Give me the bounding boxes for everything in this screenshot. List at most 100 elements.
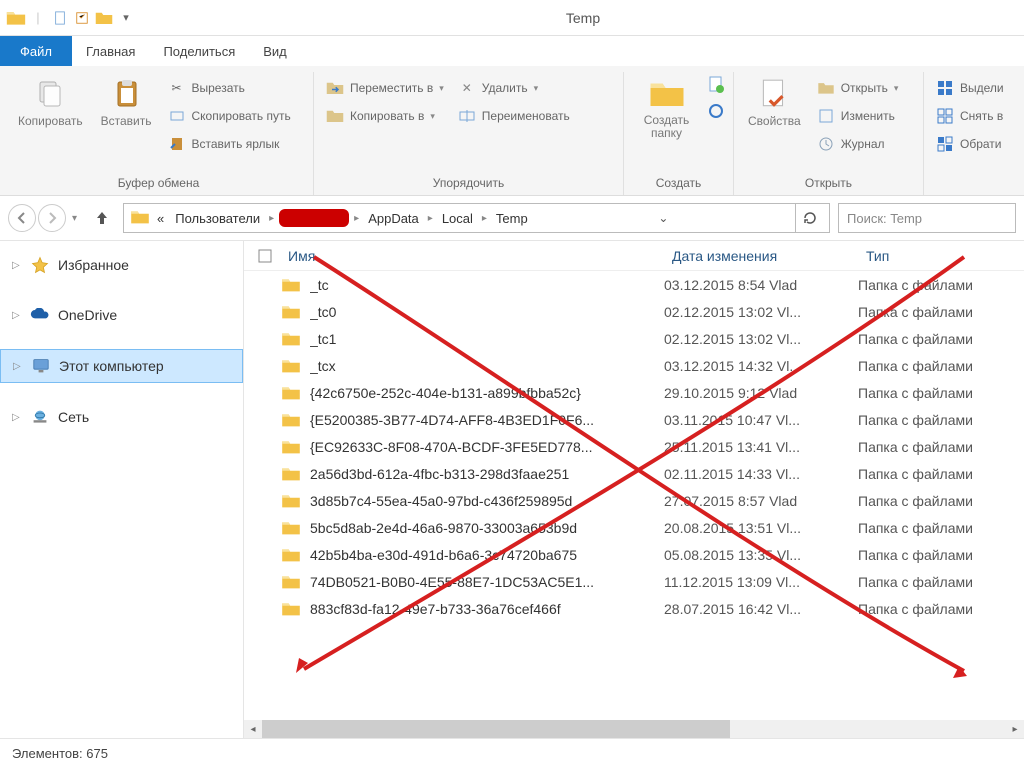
select-all-button[interactable]: Выдели [932,76,1008,100]
table-row[interactable]: 5bc5d8ab-2e4d-46a6-9870-33003a653b9d20.0… [244,514,1024,541]
qat-dropdown-icon[interactable]: ▾ [116,8,136,28]
table-row[interactable]: 42b5b4ba-e30d-491d-b6a6-3c74720ba67505.0… [244,541,1024,568]
new-doc-icon[interactable] [50,8,70,28]
tab-share[interactable]: Поделиться [149,36,249,66]
chevron-right-icon: ▸ [352,213,361,224]
easy-access-icon[interactable] [707,100,725,122]
move-to-button[interactable]: Переместить в ▾ [322,76,448,100]
file-date: 20.08.2015 13:51 Vl... [664,520,858,536]
folder-icon [280,437,302,457]
file-date: 02.12.2015 13:02 Vl... [664,304,858,320]
scroll-right-icon[interactable]: ▸ [1006,720,1024,738]
sidebar-item-this-pc[interactable]: ▷ Этот компьютер [0,349,243,383]
properties-button[interactable]: Свойства [742,72,807,173]
new-group-label: Создать [632,173,725,195]
search-placeholder: Поиск: Temp [847,211,922,226]
forward-button[interactable] [38,204,66,232]
open-button[interactable]: Открыть ▾ [813,76,903,100]
bc-dropdown-icon[interactable]: ⌄ [652,211,674,225]
invert-selection-button[interactable]: Обрати [932,132,1008,156]
properties-quick-icon[interactable] [72,8,92,28]
new-folder-label: Создать папку [638,114,695,140]
sidebar-item-favorites[interactable]: ▷ Избранное [0,249,243,281]
folder-icon [280,302,302,322]
file-date: 02.12.2015 13:02 Vl... [664,331,858,347]
table-row[interactable]: 2a56d3bd-612a-4fbc-b313-298d3faae25102.1… [244,460,1024,487]
folder-icon [280,518,302,538]
recent-dropdown-icon[interactable]: ▾ [68,213,81,224]
search-input[interactable]: Поиск: Temp [838,203,1016,233]
table-row[interactable]: _tc102.12.2015 13:02 Vl...Папка с файлам… [244,325,1024,352]
table-row[interactable]: _tc002.12.2015 13:02 Vl...Папка с файлам… [244,298,1024,325]
network-icon [30,408,50,426]
table-row[interactable]: 3d85b7c4-55ea-45a0-97bd-c436f259895d27.0… [244,487,1024,514]
rename-icon [458,107,476,125]
table-row[interactable]: {EC92633C-8F08-470A-BCDF-3FE5ED778...25.… [244,433,1024,460]
file-name: _tc0 [310,304,664,320]
status-elements-label: Элементов: [12,746,83,761]
open-group-label: Открыть [742,173,915,195]
edit-button[interactable]: Изменить [813,104,903,128]
select-none-button[interactable]: Снять в [932,104,1008,128]
copy-to-label: Копировать в [350,109,424,123]
bc-users[interactable]: Пользователи [171,209,264,228]
cut-button[interactable]: ✂ Вырезать [164,76,295,100]
new-item-icon[interactable] [707,74,725,96]
bc-temp[interactable]: Temp [492,209,532,228]
sidebar-item-onedrive[interactable]: ▷ OneDrive [0,299,243,331]
tab-view[interactable]: Вид [249,36,301,66]
header-name[interactable]: Имя [280,248,664,264]
bc-local[interactable]: Local [438,209,477,228]
file-name: {42c6750e-252c-404e-b131-a899bfbba52c} [310,385,664,401]
file-date: 25.11.2015 13:41 Vl... [664,439,858,455]
open-label: Открыть [841,81,888,95]
refresh-button[interactable] [795,204,823,232]
bc-root[interactable]: « [153,209,168,228]
table-row[interactable]: _tcx03.12.2015 14:32 Vl...Папка с файлам… [244,352,1024,379]
horizontal-scrollbar[interactable]: ◂ ▸ [244,720,1024,738]
file-date: 02.11.2015 14:33 Vl... [664,466,858,482]
select-all-label: Выдели [960,81,1004,95]
folder-quick-icon[interactable] [94,8,114,28]
up-button[interactable] [89,205,115,231]
paste-shortcut-button[interactable]: Вставить ярлык [164,132,295,156]
select-all-checkbox[interactable] [250,249,280,263]
file-date: 05.08.2015 13:35 Vl... [664,547,858,563]
header-type[interactable]: Тип [858,248,1024,264]
delete-button[interactable]: ✕ Удалить ▾ [454,76,574,100]
scroll-left-icon[interactable]: ◂ [244,720,262,738]
table-row[interactable]: {E5200385-3B77-4D74-AFF8-4B3ED1F0F6...03… [244,406,1024,433]
new-folder-icon [649,76,685,112]
header-date[interactable]: Дата изменения [664,248,858,264]
copy-path-icon [168,107,186,125]
sidebar-item-network[interactable]: ▷ Сеть [0,401,243,433]
tab-home[interactable]: Главная [72,36,149,66]
copy-to-button[interactable]: Копировать в ▾ [322,104,448,128]
file-date: 03.12.2015 14:32 Vl... [664,358,858,374]
back-button[interactable] [8,204,36,232]
file-type: Папка с файлами [858,601,1024,617]
table-row[interactable]: 883cf83d-fa12-49e7-b733-36a76cef466f28.0… [244,595,1024,622]
table-row[interactable]: _tc03.12.2015 8:54 VladПапка с файлами [244,271,1024,298]
rename-label: Переименовать [482,109,570,123]
paste-button[interactable]: Вставить [95,72,158,173]
copy-to-icon [326,107,344,125]
copy-path-button[interactable]: Скопировать путь [164,104,295,128]
bc-appdata[interactable]: AppData [364,209,423,228]
copy-button[interactable]: Копировать [12,72,89,173]
history-button[interactable]: Журнал [813,132,903,156]
open-icon [817,79,835,97]
folder-icon [280,329,302,349]
chevron-down-icon: ▾ [894,83,899,94]
table-row[interactable]: 74DB0521-B0B0-4E55-88E7-1DC53AC5E1...11.… [244,568,1024,595]
table-row[interactable]: {42c6750e-252c-404e-b131-a899bfbba52c}29… [244,379,1024,406]
select-all-icon [936,79,954,97]
tab-file[interactable]: Файл [0,36,72,66]
folder-icon [280,572,302,592]
history-icon [817,135,835,153]
new-folder-button[interactable]: Создать папку [632,72,701,173]
breadcrumb[interactable]: « Пользователи ▸ ▸ AppData ▸ Local ▸ Tem… [123,203,830,233]
copy-label: Копировать [18,114,83,128]
sidebar-item-label: Избранное [58,257,129,273]
rename-button[interactable]: Переименовать [454,104,574,128]
